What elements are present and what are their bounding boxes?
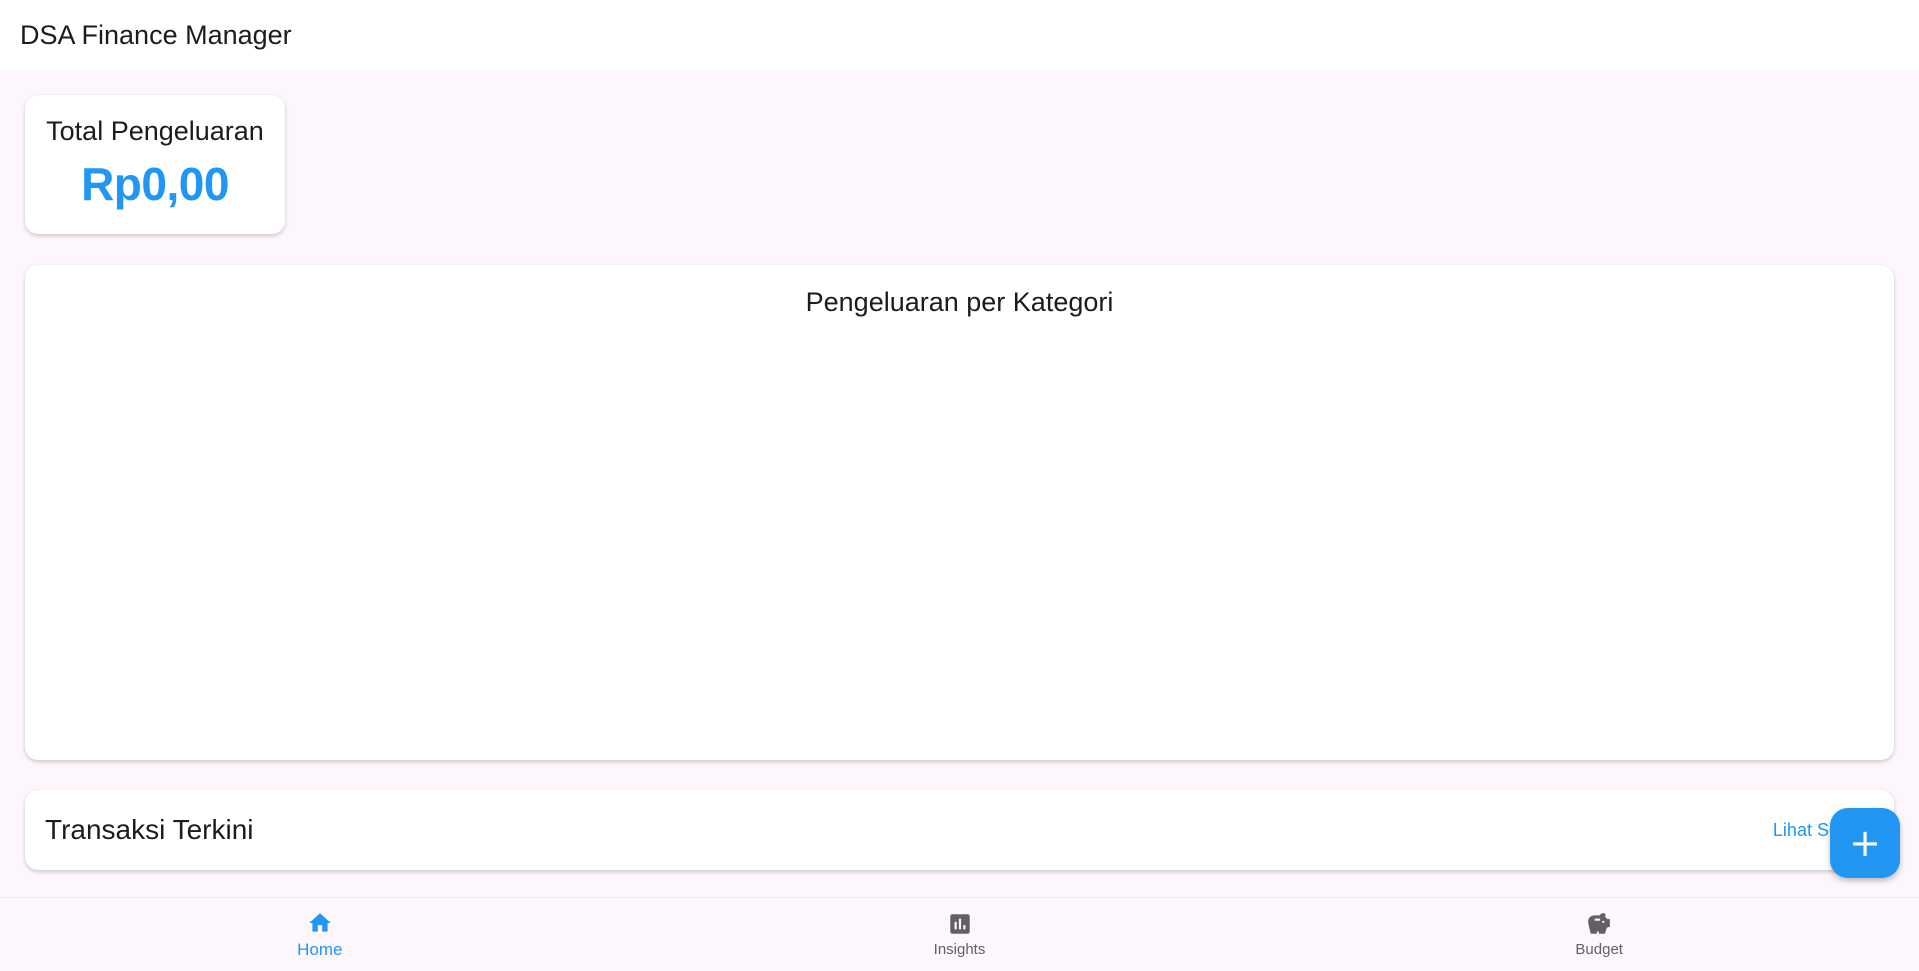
category-chart-title: Pengeluaran per Kategori xyxy=(805,287,1114,317)
nav-label-home: Home xyxy=(297,939,343,959)
home-icon xyxy=(307,910,333,936)
recent-transactions-title: Transaksi Terkini xyxy=(45,814,254,845)
category-chart-card: Pengeluaran per Kategori xyxy=(25,265,1894,760)
plus-icon: + xyxy=(1849,821,1881,865)
recent-transactions-card: Transaksi Terkini Lihat Semua xyxy=(25,790,1894,870)
savings-icon xyxy=(1586,911,1612,937)
app-title: DSA Finance Manager xyxy=(20,19,292,50)
total-expense-label: Total Pengeluaran xyxy=(46,116,264,146)
nav-item-home[interactable]: Home xyxy=(0,898,640,971)
total-expense-value: Rp0,00 xyxy=(81,158,229,210)
nav-item-budget[interactable]: Budget xyxy=(1279,898,1919,971)
add-transaction-button[interactable]: + xyxy=(1830,808,1900,878)
total-expense-card: Total Pengeluaran Rp0,00 xyxy=(25,95,285,234)
nav-label-insights: Insights xyxy=(933,941,986,958)
nav-item-insights[interactable]: Insights xyxy=(640,898,1280,971)
insights-icon xyxy=(947,911,973,937)
bottom-navigation: Home Insights Budget xyxy=(0,897,1919,971)
nav-label-budget: Budget xyxy=(1575,941,1623,958)
app-bar: DSA Finance Manager xyxy=(0,0,1919,70)
category-chart-area xyxy=(45,345,1874,740)
